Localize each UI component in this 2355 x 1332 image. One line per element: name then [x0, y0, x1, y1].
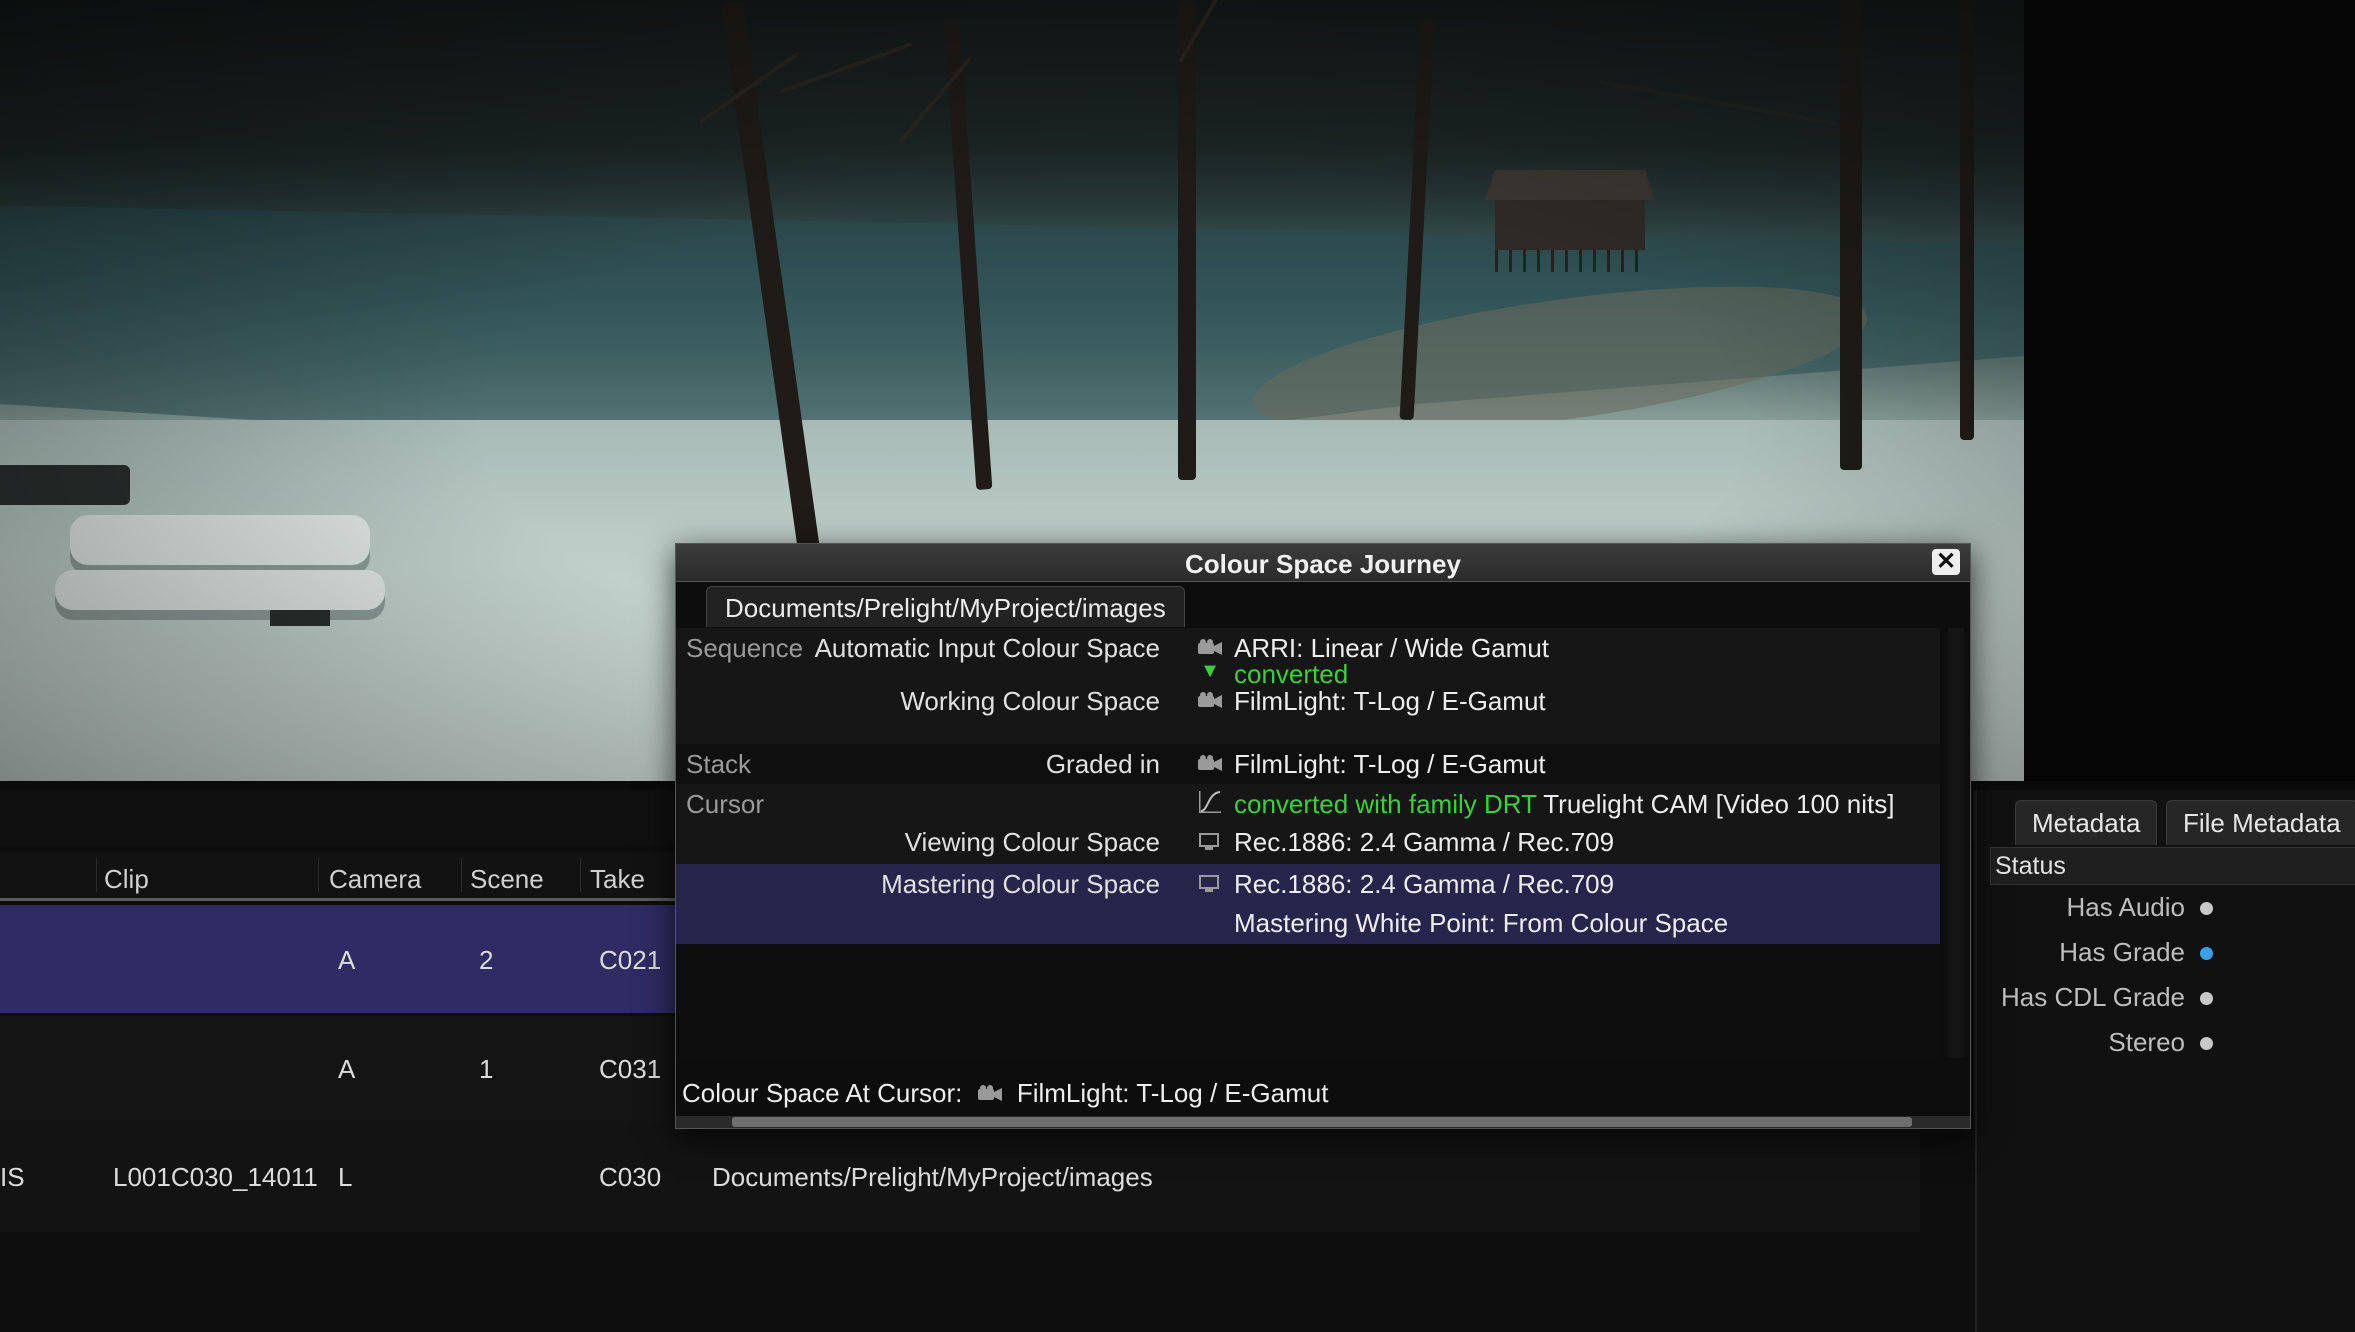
- cell-take: C021: [599, 945, 662, 975]
- footer-label: Colour Space At Cursor:: [682, 1078, 963, 1108]
- status-label: Has Audio: [2066, 892, 2185, 922]
- status-has-audio: Has Audio: [1975, 888, 2355, 928]
- row-key-graded-in: Graded in: [1045, 749, 1160, 779]
- row-value-working: FilmLight: T-Log / E-Gamut: [1234, 686, 1546, 716]
- section-label-sequence: Sequence: [686, 633, 804, 663]
- status-label: Stereo: [2108, 1027, 2185, 1057]
- colour-space-journey-dialog: Colour Space Journey ✕ Documents/Preligh…: [675, 543, 1971, 1129]
- cursor-section: Cursor converted with family DRT Truelig…: [676, 784, 1940, 864]
- converted-arrow-icon: ▼: [1200, 660, 1220, 682]
- sequence-section: Sequence Automatic Input Colour Space AR…: [676, 628, 1940, 744]
- dialog-title: Colour Space Journey: [1185, 549, 1461, 579]
- row-key-working: Working Colour Space: [900, 686, 1160, 716]
- status-label: Has Grade: [2059, 937, 2185, 967]
- cell-scene: 2: [479, 945, 494, 975]
- tab-metadata[interactable]: Metadata: [2015, 800, 2158, 845]
- vertical-scrollbar[interactable]: [1948, 628, 1964, 1058]
- drt-converted-label: converted with family DRT: [1234, 789, 1537, 819]
- section-label-cursor: Cursor: [686, 789, 765, 819]
- cell-camera: A: [338, 945, 356, 975]
- row-key-auto-input: Automatic Input Colour Space: [814, 633, 1160, 663]
- section-label-stack: Stack: [686, 749, 752, 779]
- mastering-section[interactable]: Mastering Colour Space Rec.1886: 2.4 Gam…: [676, 864, 1940, 944]
- viewer-margin: [2024, 0, 2355, 781]
- close-icon[interactable]: ✕: [1932, 549, 1960, 575]
- row-key-mastering: Mastering Colour Space: [881, 869, 1160, 899]
- camera-icon: [1198, 639, 1222, 655]
- footer-value: FilmLight: T-Log / E-Gamut: [1016, 1078, 1329, 1108]
- drt-name: Truelight CAM [Video 100 nits]: [1543, 789, 1895, 819]
- horizontal-scrollbar[interactable]: [676, 1116, 1970, 1128]
- dialog-title-bar[interactable]: Colour Space Journey ✕: [676, 544, 1970, 582]
- status-has-grade: Has Grade: [1975, 933, 2355, 973]
- camera-icon: [1198, 692, 1222, 708]
- row-value-white-point: Mastering White Point: From Colour Space: [1234, 908, 1729, 938]
- monitor-icon: [1199, 875, 1219, 892]
- column-header-scene[interactable]: Scene: [470, 864, 544, 895]
- stack-section: Stack Graded in FilmLight: T-Log / E-Gam…: [676, 744, 1940, 784]
- column-header-camera[interactable]: Camera: [329, 864, 421, 895]
- shots-table-header: Clip Camera Scene Take: [0, 852, 676, 901]
- cell-camera: A: [338, 1054, 356, 1084]
- cell-clip: L001C030_14011: [113, 1162, 318, 1192]
- tab-file-metadata[interactable]: File Metadata: [2166, 800, 2355, 845]
- row-key-viewing: Viewing Colour Space: [904, 827, 1160, 857]
- status-has-cdl-grade: Has CDL Grade: [1975, 978, 2355, 1018]
- table-row[interactable]: A 1 C031: [0, 1016, 676, 1124]
- table-row[interactable]: IS L001C030_14011 L C030 Documents/Preli…: [0, 1124, 1920, 1232]
- monitor-icon: [1199, 833, 1219, 850]
- row-value-viewing: Rec.1886: 2.4 Gamma / Rec.709: [1234, 827, 1615, 857]
- cell-path: Documents/Prelight/MyProject/images: [712, 1162, 1153, 1192]
- column-header-take[interactable]: Take: [590, 864, 645, 895]
- cell-scene: 1: [479, 1054, 494, 1084]
- cell-lead: IS: [0, 1162, 25, 1192]
- camera-icon: [977, 1085, 1002, 1101]
- row-value-drt: converted with family DRT Truelight CAM …: [1234, 789, 1894, 820]
- status-section-header[interactable]: Status: [1990, 847, 2355, 885]
- status-indicator-dot: [2200, 947, 2213, 960]
- tab-path[interactable]: Documents/Prelight/MyProject/images: [706, 586, 1185, 627]
- converted-label: converted: [1234, 659, 1349, 689]
- cell-take: C030: [599, 1162, 662, 1192]
- camera-icon: [1198, 755, 1222, 771]
- curve-icon: [1199, 791, 1221, 813]
- journey-list: Sequence Automatic Input Colour Space AR…: [676, 628, 1940, 1058]
- status-indicator-dot: [2200, 1037, 2213, 1050]
- table-row[interactable]: A 2 C021: [0, 905, 676, 1013]
- status-label: Has CDL Grade: [2001, 982, 2185, 1012]
- cell-take: C031: [599, 1054, 662, 1084]
- column-header-clip[interactable]: Clip: [104, 864, 149, 895]
- cell-camera: L: [338, 1162, 353, 1192]
- status-indicator-dot: [2200, 902, 2213, 915]
- status-indicator-dot: [2200, 992, 2213, 1005]
- row-value-graded-in: FilmLight: T-Log / E-Gamut: [1234, 749, 1546, 779]
- scrollbar-thumb[interactable]: [732, 1117, 1912, 1127]
- row-value-mastering: Rec.1886: 2.4 Gamma / Rec.709: [1234, 869, 1615, 899]
- status-stereo: Stereo: [1975, 1023, 2355, 1063]
- colour-space-at-cursor: Colour Space At Cursor: FilmLight: T-Log…: [682, 1078, 1328, 1109]
